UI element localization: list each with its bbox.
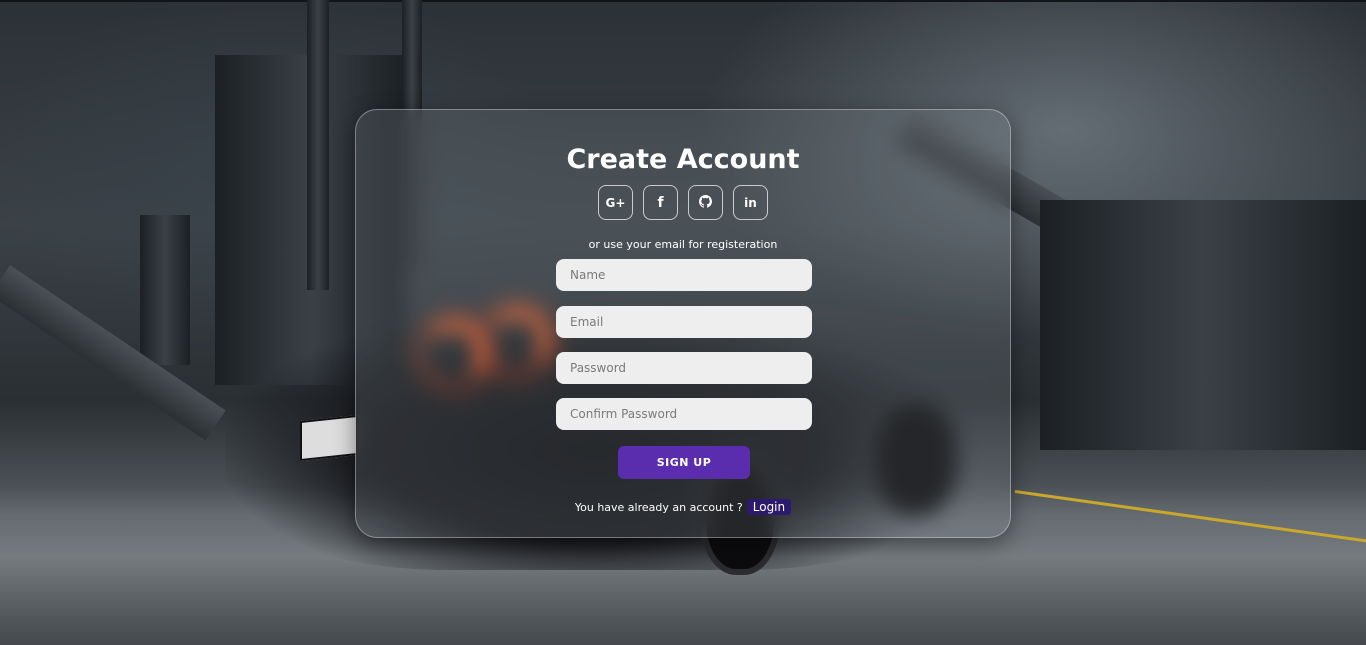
facebook-icon: f (657, 194, 664, 211)
linkedin-icon: in (744, 195, 757, 210)
github-icon (699, 194, 712, 211)
email-field[interactable] (556, 306, 812, 338)
signup-button[interactable]: SIGN UP (618, 446, 750, 479)
password-field[interactable] (556, 352, 812, 384)
page-title: Create Account (566, 144, 800, 175)
login-prompt: You have already an account ? Login (356, 499, 1010, 515)
name-field[interactable] (556, 259, 812, 291)
background-crane (0, 265, 226, 441)
confirm-password-field[interactable] (556, 398, 812, 430)
login-link[interactable]: Login (746, 499, 792, 515)
facebook-button[interactable]: f (643, 185, 678, 220)
google-plus-icon: G+ (605, 195, 626, 210)
background-tank (140, 215, 190, 365)
login-prompt-text: You have already an account ? (574, 500, 743, 514)
car-license-plate (300, 414, 358, 462)
signup-card: Create Account G+ f in or use your email… (355, 109, 1011, 538)
registration-hint: or use your email for registeration (588, 238, 778, 251)
github-button[interactable] (688, 185, 723, 220)
background-building (1040, 200, 1366, 450)
linkedin-button[interactable]: in (733, 185, 768, 220)
background-chimney (307, 0, 329, 290)
google-plus-button[interactable]: G+ (598, 185, 633, 220)
social-buttons: G+ f in (356, 185, 1010, 220)
